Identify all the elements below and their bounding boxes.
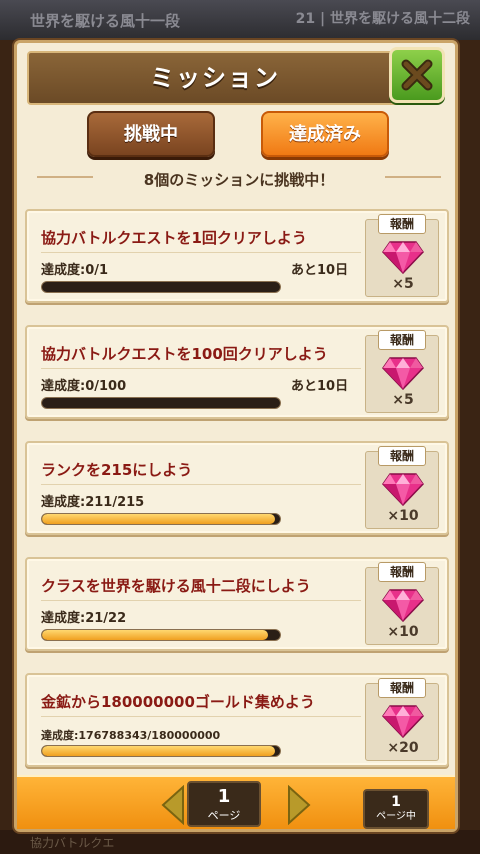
mission-title: 協力バトルクエストを1回クリアしよう (41, 225, 361, 253)
background-right-text: 21 | 世界を駆ける風十二段 (295, 11, 470, 27)
reward-label: 報酬 (378, 562, 426, 582)
banner-divider-right (385, 176, 441, 178)
reward-count: ×10 (387, 624, 419, 640)
mission-progress-bar (41, 513, 281, 525)
mission-remaining-time: あと10日 (291, 263, 349, 278)
reward-label: 報酬 (378, 678, 426, 698)
mission-panel: ミッション 挑戦中 達成済み 8個のミッションに挑戦中！ 協力バトルクエストを1… (14, 40, 458, 832)
mission-card[interactable]: ランクを215にしよう 達成度:211/215 報酬 ×10 (25, 441, 449, 535)
reward-label: 報酬 (378, 446, 426, 466)
mission-progress-fill (42, 746, 276, 756)
next-page-arrow-icon[interactable] (287, 785, 311, 825)
mission-progress-bar (41, 629, 281, 641)
close-x-icon (401, 59, 433, 91)
mission-progress-bar (41, 397, 281, 409)
close-button[interactable] (389, 47, 445, 103)
mission-progress-fill (42, 514, 276, 524)
mission-progress-text: 達成度:0/100 (41, 379, 127, 394)
background-status-bar: 世界を駆ける風十一段 21 | 世界を駆ける風十二段 (0, 0, 480, 40)
current-page-number: 1 (217, 786, 231, 807)
panel-title: ミッション (27, 51, 403, 105)
pink-gem-icon (382, 705, 424, 738)
pagination-footer: 1 ページ 1 ページ中 (17, 775, 455, 829)
current-page-indicator: 1 ページ (187, 781, 261, 827)
mission-progress-text: 達成度:211/215 (41, 495, 145, 510)
reward-count: ×10 (387, 508, 419, 524)
pink-gem-icon (382, 473, 424, 506)
mission-progress-bar (41, 281, 281, 293)
mission-remaining-time: あと10日 (291, 379, 349, 394)
reward-count: ×5 (392, 276, 414, 292)
mission-card[interactable]: クラスを世界を駆ける風十二段にしよう 達成度:21/22 報酬 ×10 (25, 557, 449, 651)
total-pages-unit: ページ中 (376, 811, 416, 822)
reward-label: 報酬 (378, 214, 426, 234)
reward-count: ×20 (387, 740, 419, 756)
mission-count-banner: 8個のミッションに挑戦中！ (143, 171, 335, 189)
background-bottom-text: 協力バトルクエ (0, 830, 480, 854)
mission-title: ランクを215にしよう (41, 457, 361, 485)
reward-box: 報酬 ×20 (365, 678, 439, 761)
reward-box: 報酬 ×5 (365, 330, 439, 413)
mission-card[interactable]: 協力バトルクエストを1回クリアしよう 達成度:0/1 あと10日 報酬 ×5 (25, 209, 449, 303)
reward-count: ×5 (392, 392, 414, 408)
mission-card[interactable]: 協力バトルクエストを100回クリアしよう 達成度:0/100 あと10日 報酬 … (25, 325, 449, 419)
mission-card[interactable]: 金鉱から180000000ゴールド集めよう 達成度:176788343/1800… (25, 673, 449, 767)
reward-box: 報酬 ×5 (365, 214, 439, 297)
reward-box: 報酬 ×10 (365, 562, 439, 645)
mission-progress-text: 達成度:21/22 (41, 611, 127, 626)
pink-gem-icon (382, 241, 424, 274)
mission-progress-text: 達成度:176788343/180000000 (41, 729, 221, 742)
mission-title: 金鉱から180000000ゴールド集めよう (41, 689, 361, 717)
mission-progress-bar (41, 745, 281, 757)
total-pages-number: 1 (391, 794, 401, 810)
total-pages-indicator: 1 ページ中 (363, 789, 429, 829)
current-page-unit: ページ (207, 809, 241, 822)
prev-page-arrow-icon[interactable] (161, 785, 185, 825)
reward-label: 報酬 (378, 330, 426, 350)
tab-in-progress[interactable]: 挑戦中 (87, 111, 215, 157)
banner-divider-left (37, 176, 93, 178)
mission-title: 協力バトルクエストを100回クリアしよう (41, 341, 361, 369)
mission-progress-fill (42, 630, 269, 640)
pink-gem-icon (382, 357, 424, 390)
mission-title: クラスを世界を駆ける風十二段にしよう (41, 573, 361, 601)
tab-completed[interactable]: 達成済み (261, 111, 389, 157)
background-class-text: 世界を駆ける風十一段 (30, 12, 181, 30)
reward-box: 報酬 ×10 (365, 446, 439, 529)
mission-progress-text: 達成度:0/1 (41, 263, 109, 278)
pink-gem-icon (382, 589, 424, 622)
